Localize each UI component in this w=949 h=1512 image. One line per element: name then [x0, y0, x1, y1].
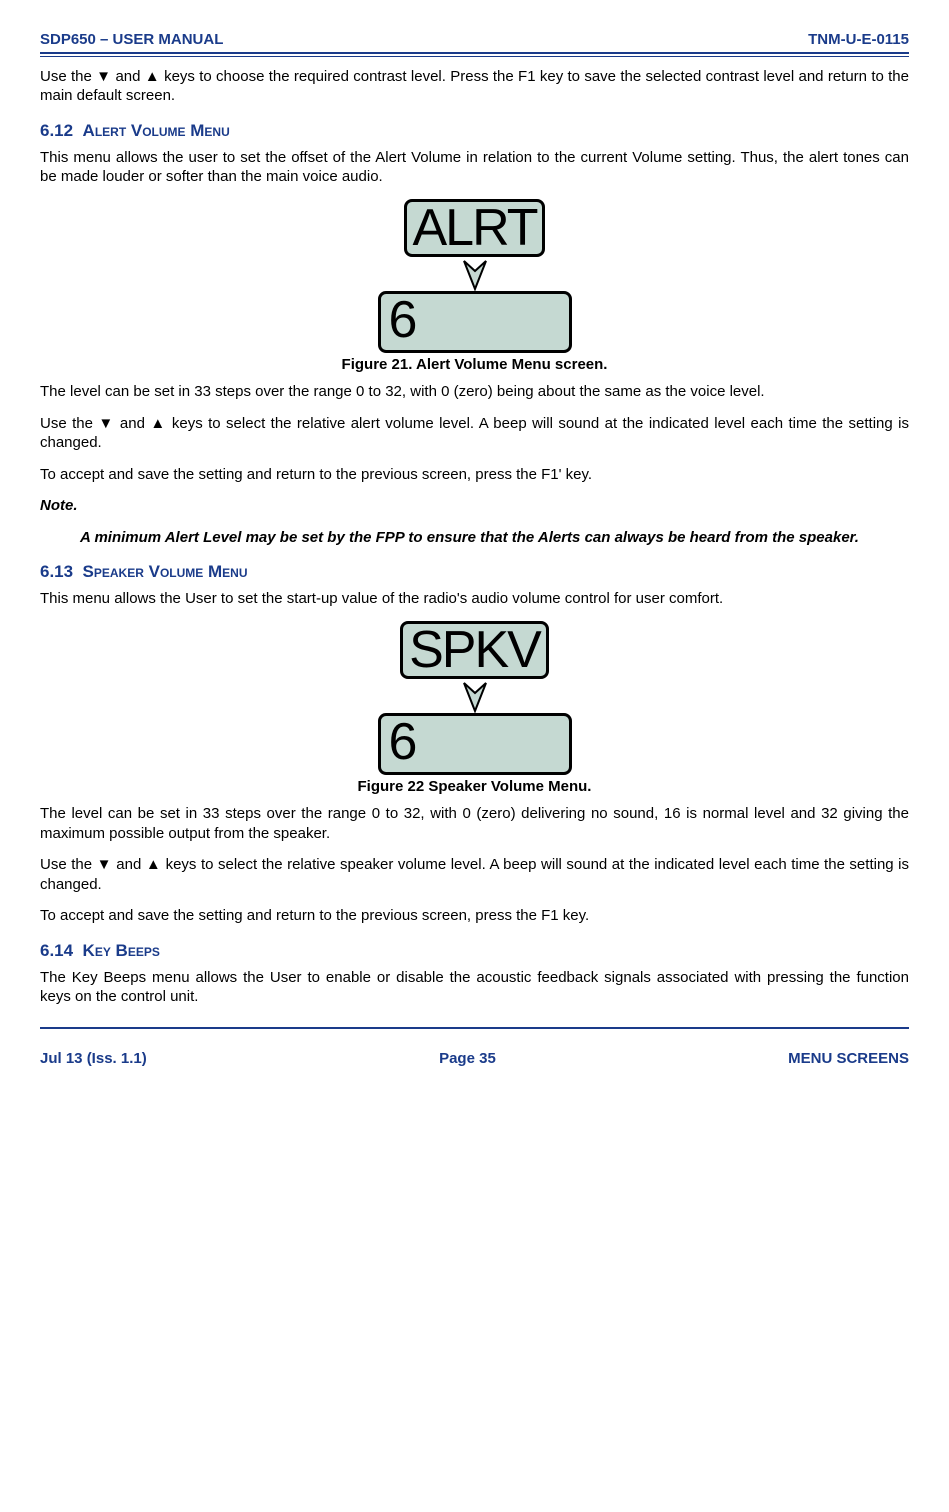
intro-paragraph: Use the ▼ and ▲ keys to choose the requi…	[40, 67, 909, 106]
down-arrow-icon	[460, 679, 490, 713]
figure-21-caption: Figure 21. Alert Volume Menu screen.	[40, 355, 909, 375]
note-body: A minimum Alert Level may be set by the …	[80, 528, 909, 548]
footer-right: MENU SCREENS	[788, 1049, 909, 1069]
footer-rule	[40, 1027, 909, 1029]
s612-p3: Use the ▼ and ▲ keys to select the relat…	[40, 414, 909, 453]
footer-left: Jul 13 (Iss. 1.1)	[40, 1049, 147, 1069]
heading-text: Alert Volume Menu	[83, 121, 230, 140]
s613-p3: Use the ▼ and ▲ keys to select the relat…	[40, 855, 909, 894]
s612-p4: To accept and save the setting and retur…	[40, 465, 909, 485]
s612-p2: The level can be set in 33 steps over th…	[40, 382, 909, 402]
heading-number: 6.12	[40, 121, 73, 140]
s612-p1: This menu allows the user to set the off…	[40, 148, 909, 187]
heading-number: 6.13	[40, 562, 73, 581]
lcd-spkv-top: SPKV	[400, 621, 549, 679]
heading-6-13: 6.13 Speaker Volume Menu	[40, 561, 909, 583]
lcd-alrt-bottom: 6	[378, 291, 572, 353]
page-footer: Jul 13 (Iss. 1.1) Page 35 MENU SCREENS	[40, 1049, 909, 1069]
heading-number: 6.14	[40, 941, 73, 960]
footer-center: Page 35	[439, 1049, 496, 1069]
s614-p1: The Key Beeps menu allows the User to en…	[40, 968, 909, 1007]
header-rule	[40, 52, 909, 57]
page-header: SDP650 – USER MANUAL TNM-U-E-0115	[40, 30, 909, 52]
header-right: TNM-U-E-0115	[808, 30, 909, 50]
lcd-alrt-top: ALRT	[404, 199, 546, 257]
down-arrow-icon	[460, 257, 490, 291]
note-label: Note.	[40, 496, 909, 516]
figure-21: ALRT 6	[40, 199, 909, 353]
lcd-spkv-bottom: 6	[378, 713, 572, 775]
s613-p1: This menu allows the User to set the sta…	[40, 589, 909, 609]
heading-6-12: 6.12 Alert Volume Menu	[40, 120, 909, 142]
figure-22-caption: Figure 22 Speaker Volume Menu.	[40, 777, 909, 797]
figure-22: SPKV 6	[40, 621, 909, 775]
header-left: SDP650 – USER MANUAL	[40, 30, 223, 50]
heading-6-14: 6.14 Key Beeps	[40, 940, 909, 962]
heading-text: Key Beeps	[83, 941, 160, 960]
s613-p2: The level can be set in 33 steps over th…	[40, 804, 909, 843]
s613-p4: To accept and save the setting and retur…	[40, 906, 909, 926]
heading-text: Speaker Volume Menu	[83, 562, 248, 581]
